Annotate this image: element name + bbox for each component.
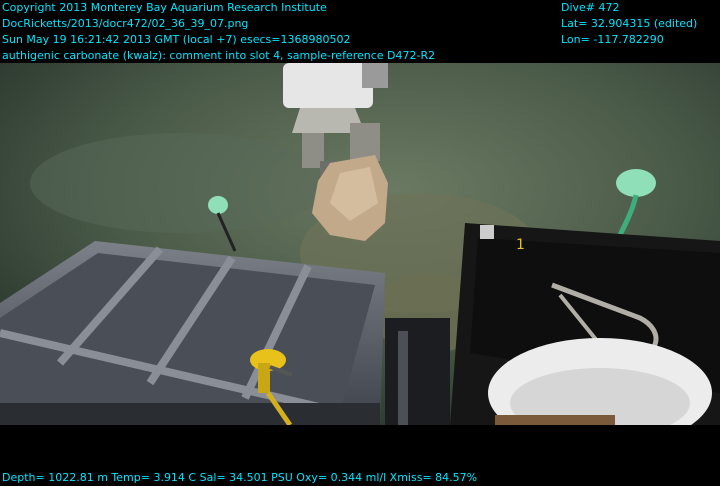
timestamp-text: Sun May 19 16:21:42 2013 GMT (local +7) … <box>2 33 351 46</box>
seafloor-scene: 1 <box>0 63 720 425</box>
file-path-text: DocRicketts/2013/docr472/02_36_39_07.png <box>2 17 249 30</box>
annotation-text: authigenic carbonate (kwalz): comment in… <box>2 49 436 62</box>
hud-top-right: Dive# 472 Lat= 32.904315 (edited) Lon= -… <box>561 0 697 48</box>
hud-top-left: Copyright 2013 Monterey Bay Aquarium Res… <box>2 0 435 64</box>
bin-number-label: 1 <box>516 237 525 253</box>
copyright-text: Copyright 2013 Monterey Bay Aquarium Res… <box>2 1 327 14</box>
sediment-patch <box>30 133 330 233</box>
sensor-readout: Depth= 1022.81 m Temp= 3.914 C Sal= 34.5… <box>2 471 478 484</box>
dive-number-text: Dive# 472 <box>561 1 620 14</box>
vehicle-skid <box>385 318 450 425</box>
latitude-text: Lat= 32.904315 (edited) <box>561 17 698 30</box>
longitude-text: Lon= -117.782290 <box>561 33 664 46</box>
sample-tray <box>0 241 385 425</box>
video-frame: 1 Copyright 2013 Monterey Bay Aquarium R… <box>0 0 720 486</box>
sample-bin <box>450 223 720 425</box>
